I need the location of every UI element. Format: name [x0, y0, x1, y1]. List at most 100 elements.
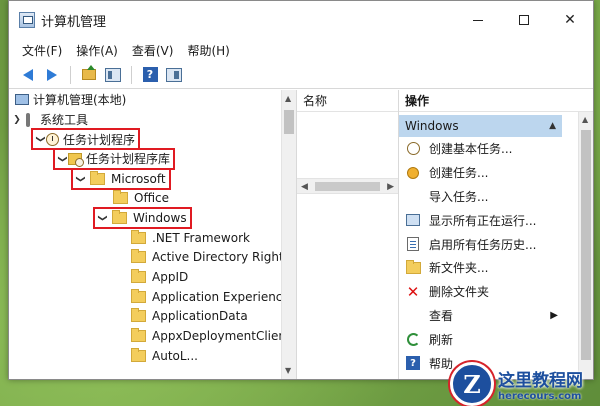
computer-icon — [15, 94, 29, 106]
results-pane: 名称 ◀ ▶ — [297, 90, 399, 379]
scrollbar-thumb[interactable] — [581, 130, 591, 360]
tree-item-windows-child[interactable]: .NET Framework — [9, 228, 296, 248]
tree-item-label: ApplicationData — [152, 309, 248, 324]
up-one-level-button[interactable] — [80, 65, 98, 84]
show-hide-action-pane-button[interactable] — [165, 66, 183, 84]
action-label: 显示所有正在运行... — [429, 213, 537, 228]
menu-action[interactable]: 操作(A) — [69, 42, 125, 59]
back-button[interactable] — [19, 66, 37, 84]
tree-item-system-tools[interactable]: ❯ 系统工具 — [9, 110, 296, 130]
action-label: 创建任务... — [429, 166, 489, 181]
folder-up-icon — [82, 65, 96, 80]
scroll-up-icon[interactable]: ▲ — [285, 94, 291, 103]
results-horizontal-scrollbar[interactable]: ◀ ▶ — [297, 178, 398, 194]
action-create-basic-task[interactable]: 创建基本任务... — [399, 137, 564, 161]
chevron-down-icon[interactable]: ❯ — [75, 173, 85, 185]
action-label: 刷新 — [429, 332, 454, 347]
tree-item-label: AutoL... — [152, 348, 198, 363]
action-refresh[interactable]: 刷新 — [399, 327, 564, 351]
tree-item-windows[interactable]: ❯ Windows — [9, 206, 296, 229]
action-vertical-scrollbar[interactable]: ▲ — [578, 112, 593, 379]
toolbar: ? — [9, 61, 593, 89]
menu-view[interactable]: 查看(V) — [125, 42, 181, 59]
help-icon: ? — [405, 355, 421, 371]
tree-item-windows-child[interactable]: Application Experience — [9, 287, 296, 307]
tree-item-label: 计算机管理(本地) — [33, 93, 127, 108]
action-enable-history[interactable]: 启用所有任务历史... — [399, 232, 564, 256]
tree-item-task-scheduler[interactable]: ❯ 任务计划程序 — [9, 128, 296, 151]
chevron-down-icon[interactable]: ❯ — [35, 133, 45, 145]
tree-item-office[interactable]: Office — [9, 188, 296, 208]
tree-item-label: Office — [134, 191, 170, 206]
history-icon — [405, 236, 421, 252]
action-display-running[interactable]: 显示所有正在运行... — [399, 208, 564, 232]
forward-button[interactable] — [43, 66, 61, 84]
help-button[interactable]: ? — [141, 66, 159, 84]
scrollbar-thumb[interactable] — [284, 110, 294, 134]
action-delete-folder[interactable]: ✕ 删除文件夹 — [399, 280, 564, 304]
tree-item-label: 任务计划程序 — [63, 132, 136, 147]
column-header-name[interactable]: 名称 — [297, 90, 398, 112]
action-view[interactable]: 查看 ▶ — [399, 304, 564, 328]
chevron-down-icon[interactable]: ❯ — [57, 153, 67, 165]
menu-file[interactable]: 文件(F) — [15, 42, 69, 59]
tree-item-label: Application Experience — [152, 289, 290, 304]
watermark-cn: 这里教程网 — [498, 371, 583, 391]
action-group-label: Windows — [405, 119, 459, 133]
scroll-down-icon[interactable]: ▼ — [285, 366, 291, 375]
scroll-up-icon[interactable]: ▲ — [582, 115, 588, 124]
display-running-icon — [405, 212, 421, 228]
submenu-arrow-icon: ▶ — [550, 309, 558, 321]
maximize-button[interactable] — [501, 1, 547, 39]
action-new-folder[interactable]: 新文件夹... — [399, 256, 564, 280]
window-title: 计算机管理 — [41, 14, 107, 30]
main-panes: 计算机管理(本地) ❯ 系统工具 ❯ 任务计划程序 ❯ 任务计划程序库 ❯ Mi… — [9, 90, 593, 379]
show-hide-console-tree-button[interactable] — [104, 66, 122, 84]
action-group-windows[interactable]: Windows ▲ — [399, 115, 562, 137]
toolbar-separator — [131, 65, 132, 84]
scroll-left-icon[interactable]: ◀ — [301, 182, 308, 192]
chevron-down-icon[interactable]: ❯ — [97, 212, 107, 224]
blank-icon — [405, 307, 421, 323]
action-label: 导入任务... — [429, 189, 489, 204]
tree-item-windows-child[interactable]: Active Directory Rights — [9, 248, 296, 268]
folder-icon — [131, 249, 146, 264]
basic-task-icon — [405, 141, 421, 157]
console-tree: 计算机管理(本地) ❯ 系统工具 ❯ 任务计划程序 ❯ 任务计划程序库 ❯ Mi… — [9, 90, 297, 379]
menu-help[interactable]: 帮助(H) — [180, 42, 236, 59]
close-icon: ✕ — [564, 12, 576, 28]
tree-item-label: .NET Framework — [152, 230, 250, 245]
chevron-down-icon[interactable]: ❯ — [11, 115, 23, 125]
tree-item-microsoft[interactable]: ❯ Microsoft — [9, 167, 296, 190]
folder-icon — [131, 288, 146, 303]
action-import-task[interactable]: 导入任务... — [399, 185, 564, 209]
tree-item-root[interactable]: 计算机管理(本地) — [9, 90, 296, 110]
collapse-icon[interactable]: ▲ — [549, 121, 556, 131]
tree-item-task-library[interactable]: ❯ 任务计划程序库 — [9, 147, 296, 170]
tree-item-windows-child[interactable]: ApplicationData — [9, 307, 296, 327]
task-icon — [405, 165, 421, 181]
action-label: 新文件夹... — [429, 261, 489, 276]
tools-icon — [23, 112, 35, 127]
tree-vertical-scrollbar[interactable]: ▲ ▼ — [281, 90, 296, 379]
close-button[interactable]: ✕ — [547, 1, 593, 39]
action-label: 查看 — [429, 308, 454, 323]
folder-icon — [405, 259, 421, 276]
tree-item-windows-child[interactable]: AutoL... — [9, 346, 296, 366]
folder-icon — [131, 347, 146, 362]
folder-icon — [131, 308, 146, 323]
clock-icon — [46, 132, 59, 146]
tree-item-windows-child[interactable]: AppxDeploymentClien — [9, 326, 296, 346]
delete-icon: ✕ — [406, 282, 420, 301]
scrollbar-thumb[interactable] — [315, 182, 380, 191]
tree-item-windows-child[interactable]: AppID — [9, 267, 296, 287]
forward-arrow-icon — [47, 68, 57, 81]
action-create-task[interactable]: 创建任务... — [399, 161, 564, 185]
title-bar[interactable]: 计算机管理 ✕ — [9, 1, 593, 39]
folder-icon — [112, 209, 127, 224]
scroll-right-icon[interactable]: ▶ — [387, 182, 394, 192]
highlight-box-windows: ❯ Windows — [93, 206, 192, 229]
watermark-text: 这里教程网 herecours.com — [498, 366, 583, 402]
action-pane-title: 操作 — [399, 90, 593, 112]
minimize-button[interactable] — [455, 1, 501, 39]
